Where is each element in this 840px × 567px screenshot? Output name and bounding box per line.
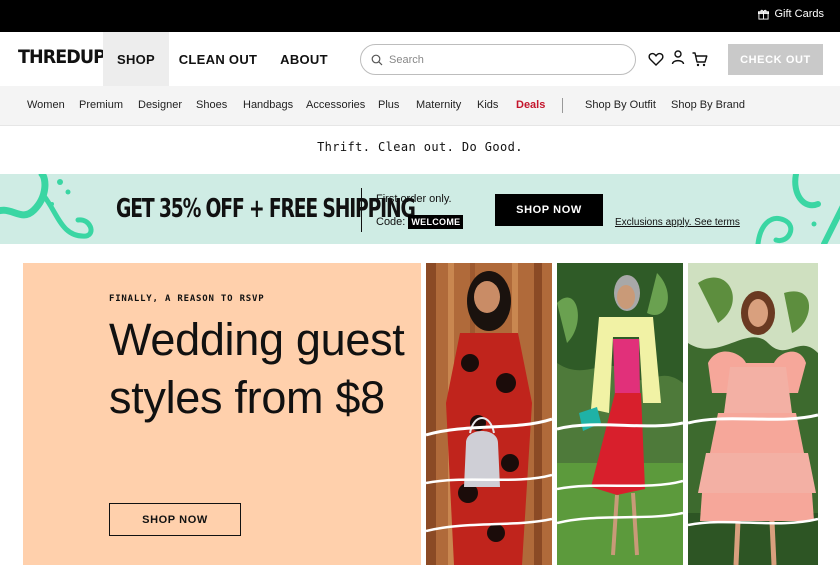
- category-shop-by-brand[interactable]: Shop By Brand: [671, 99, 745, 111]
- category-maternity[interactable]: Maternity: [416, 99, 461, 111]
- search-bar[interactable]: [360, 44, 636, 75]
- tab-clean-out[interactable]: CLEAN OUT: [176, 32, 260, 86]
- category-premium[interactable]: Premium: [79, 99, 123, 111]
- hero-card: FINALLY, A REASON TO RSVP Wedding guest …: [23, 263, 421, 565]
- hero-title: Wedding guest styles from $8: [109, 314, 405, 423]
- promo-terms-link[interactable]: Exclusions apply. See terms: [615, 217, 740, 228]
- gift-icon: [758, 9, 770, 20]
- category-shop-by-outfit[interactable]: Shop By Outfit: [585, 99, 656, 111]
- promo-divider: [361, 188, 362, 232]
- model-photo-floral-jumpsuit[interactable]: [426, 263, 552, 565]
- category-nav: Women Premium Designer Shoes Handbags Ac…: [0, 86, 840, 126]
- model-photo-ruffle-dress[interactable]: [688, 263, 818, 565]
- category-shoes[interactable]: Shoes: [196, 99, 227, 111]
- hero-eyebrow: FINALLY, A REASON TO RSVP: [109, 294, 265, 304]
- model-photo-pink-dress[interactable]: [557, 263, 683, 565]
- tagline: Thrift. Clean out. Do Good.: [317, 140, 523, 154]
- logo[interactable]: THREDUP: [18, 46, 106, 68]
- category-designer[interactable]: Designer: [138, 99, 182, 111]
- search-input[interactable]: [389, 53, 619, 66]
- category-divider: [562, 98, 563, 113]
- gift-cards-label: Gift Cards: [774, 8, 824, 20]
- cart-icon[interactable]: [692, 51, 708, 67]
- promo-code-badge: WELCOME: [408, 215, 464, 229]
- squiggle-decoration-right: [755, 174, 840, 244]
- category-handbags[interactable]: Handbags: [243, 99, 293, 111]
- tab-about[interactable]: ABOUT: [272, 32, 336, 86]
- user-icon[interactable]: [670, 49, 686, 65]
- promo-code-row: Code: WELCOME: [376, 215, 464, 229]
- checkout-button[interactable]: CHECK OUT: [728, 44, 823, 75]
- search-icon: [371, 54, 383, 65]
- promo-headline: GET 35% OFF + FREE SHIPPING: [116, 194, 416, 224]
- top-bar: Gift Cards: [0, 0, 840, 32]
- category-women[interactable]: Women: [27, 99, 65, 111]
- category-accessories[interactable]: Accessories: [306, 99, 365, 111]
- heart-icon[interactable]: [648, 51, 664, 67]
- promo-code-label: Code:: [376, 216, 406, 228]
- tab-shop[interactable]: SHOP: [103, 32, 169, 86]
- category-plus[interactable]: Plus: [378, 99, 399, 111]
- hero-shop-now-button[interactable]: SHOP NOW: [109, 503, 241, 536]
- gift-cards-link[interactable]: Gift Cards: [758, 8, 824, 20]
- promo-first-order: First order only.: [376, 193, 452, 205]
- category-deals[interactable]: Deals: [516, 99, 545, 111]
- promo-banner: GET 35% OFF + FREE SHIPPING First order …: [0, 174, 840, 244]
- promo-shop-now-button[interactable]: SHOP NOW: [495, 194, 603, 226]
- squiggle-decoration-left: [0, 174, 94, 239]
- category-kids[interactable]: Kids: [477, 99, 498, 111]
- main-header: THREDUP SHOP CLEAN OUT ABOUT CHECK OUT: [0, 32, 840, 86]
